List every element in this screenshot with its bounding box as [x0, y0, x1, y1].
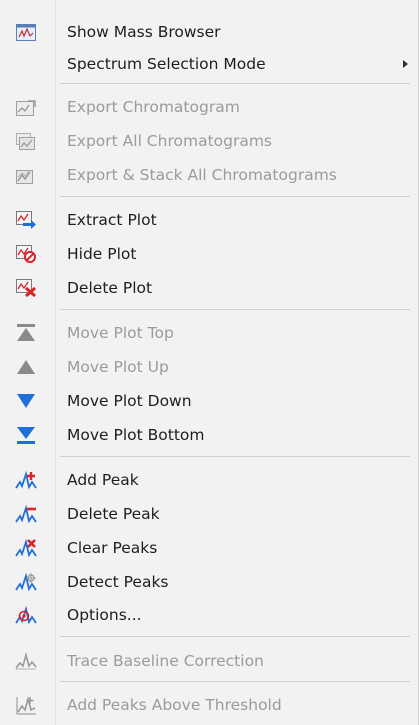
menu-item-options[interactable]: Options... — [0, 600, 413, 630]
extract-plot-icon — [15, 211, 37, 229]
export-chromatogram-icon — [15, 98, 37, 116]
menu-item-label: Trace Baseline Correction — [67, 652, 264, 670]
delete-plot-icon — [15, 279, 37, 297]
menu-item-label: Clear Peaks — [67, 539, 158, 557]
export-stack-chromatograms-icon — [15, 166, 37, 184]
move-bottom-icon — [15, 426, 37, 444]
clear-peaks-icon — [15, 538, 37, 557]
menu-item-label: Move Plot Up — [67, 358, 169, 376]
baseline-correction-icon — [15, 651, 37, 670]
menu-item-label: Delete Peak — [67, 505, 160, 523]
menu-item-move-plot-down[interactable]: Move Plot Down — [0, 386, 413, 416]
menu-item-label: Export All Chromatograms — [67, 132, 273, 150]
options-icon — [15, 605, 37, 624]
move-up-icon — [15, 358, 37, 376]
menu-separator — [60, 636, 410, 637]
menu-item-clear-peaks[interactable]: Clear Peaks — [0, 533, 413, 563]
menu-item-label: Move Plot Top — [67, 324, 174, 342]
menu-item-label: Detect Peaks — [67, 573, 169, 591]
menu-item-label: Add Peak — [67, 471, 139, 489]
menu-item-hide-plot[interactable]: Hide Plot — [0, 239, 413, 269]
menu-separator — [60, 681, 410, 682]
context-menu: Show Mass Browser Spectrum Selection Mod… — [0, 0, 419, 725]
menu-item-add-peak[interactable]: Add Peak — [0, 465, 413, 495]
menu-item-move-plot-top[interactable]: Move Plot Top — [0, 318, 413, 348]
menu-item-label: Move Plot Down — [67, 392, 192, 410]
threshold-peaks-icon — [15, 695, 37, 715]
menu-item-add-peaks-above-threshold[interactable]: Add Peaks Above Threshold — [0, 690, 413, 720]
menu-separator — [60, 309, 410, 310]
menu-item-delete-plot[interactable]: Delete Plot — [0, 273, 413, 303]
export-all-chromatograms-icon — [15, 132, 37, 150]
menu-item-label: Add Peaks Above Threshold — [67, 696, 282, 714]
delete-peak-icon — [15, 504, 37, 523]
menu-separator — [60, 83, 410, 84]
menu-item-move-plot-up[interactable]: Move Plot Up — [0, 352, 413, 382]
move-top-icon — [15, 324, 37, 342]
menu-item-label: Move Plot Bottom — [67, 426, 205, 444]
hide-plot-icon — [15, 245, 37, 263]
menu-item-export-chromatogram[interactable]: Export Chromatogram — [0, 92, 413, 122]
menu-item-trace-baseline-correction[interactable]: Trace Baseline Correction — [0, 646, 413, 676]
menu-item-export-all-chromatograms[interactable]: Export All Chromatograms — [0, 126, 413, 156]
detect-peaks-icon — [15, 572, 37, 591]
submenu-arrow-icon — [403, 60, 408, 68]
menu-item-show-mass-browser[interactable]: Show Mass Browser — [0, 17, 413, 47]
menu-item-label: Delete Plot — [67, 279, 153, 297]
menu-separator — [60, 456, 410, 457]
menu-item-label: Spectrum Selection Mode — [67, 55, 266, 73]
menu-item-label: Options... — [67, 606, 142, 624]
menu-item-label: Hide Plot — [67, 245, 137, 263]
menu-item-export-stack-all-chromatograms[interactable]: Export & Stack All Chromatograms — [0, 160, 413, 190]
menu-item-extract-plot[interactable]: Extract Plot — [0, 205, 413, 235]
menu-item-label: Export & Stack All Chromatograms — [67, 166, 337, 184]
menu-item-label: Export Chromatogram — [67, 98, 240, 116]
menu-item-label: Show Mass Browser — [67, 23, 221, 41]
menu-item-detect-peaks[interactable]: Detect Peaks — [0, 567, 413, 597]
menu-item-delete-peak[interactable]: Delete Peak — [0, 499, 413, 529]
menu-item-label: Extract Plot — [67, 211, 157, 229]
menu-separator — [60, 196, 410, 197]
menu-item-move-plot-bottom[interactable]: Move Plot Bottom — [0, 420, 413, 450]
move-down-icon — [15, 392, 37, 410]
menu-item-spectrum-selection-mode[interactable]: Spectrum Selection Mode — [0, 49, 413, 79]
add-peak-icon — [15, 470, 37, 489]
mass-browser-icon — [15, 23, 37, 41]
